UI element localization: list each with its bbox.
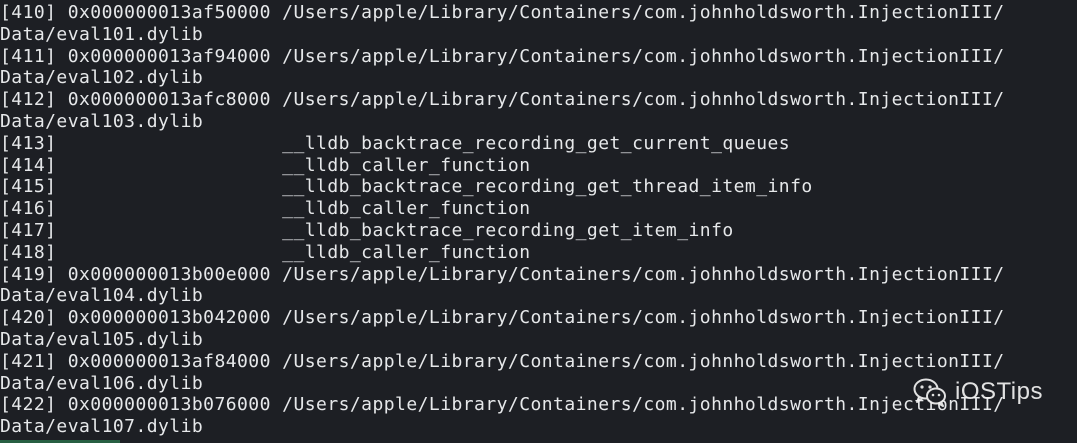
terminal-line: [418] __lldb_caller_function [0,241,531,263]
terminal-line: Data/eval105.dylib [0,328,204,350]
terminal-line: [419] 0x000000013b00e000 /Users/apple/Li… [0,263,1005,285]
terminal-line: [420] 0x000000013b042000 /Users/apple/Li… [0,307,1005,329]
terminal-line: [413] __lldb_backtrace_recording_get_cur… [0,132,791,154]
terminal-line: [410] 0x000000013af50000 /Users/apple/Li… [0,2,1005,23]
watermark-text: iOSTips [955,378,1043,406]
watermark: iOSTips [913,377,1043,407]
terminal-line: Data/eval107.dylib [0,416,204,438]
terminal-line: [417] __lldb_backtrace_recording_get_ite… [0,219,734,241]
terminal-line: [415] __lldb_backtrace_recording_get_thr… [0,176,813,198]
terminal-line: [412] 0x000000013afc8000 /Users/apple/Li… [0,89,1005,111]
terminal-line: [414] __lldb_caller_function [0,154,531,176]
terminal-line: [421] 0x000000013af84000 /Users/apple/Li… [0,350,1005,372]
terminal-line: Data/eval104.dylib [0,285,204,307]
terminal-line: Data/eval101.dylib [0,23,204,45]
wechat-icon [913,378,947,407]
terminal-line: [411] 0x000000013af94000 /Users/apple/Li… [0,45,1005,67]
terminal-line: Data/eval102.dylib [0,67,204,89]
terminal-line: [416] __lldb_caller_function [0,198,531,220]
terminal-line: Data/eval103.dylib [0,110,204,132]
terminal-output[interactable]: [410] 0x000000013af50000 /Users/apple/Li… [0,0,1077,443]
